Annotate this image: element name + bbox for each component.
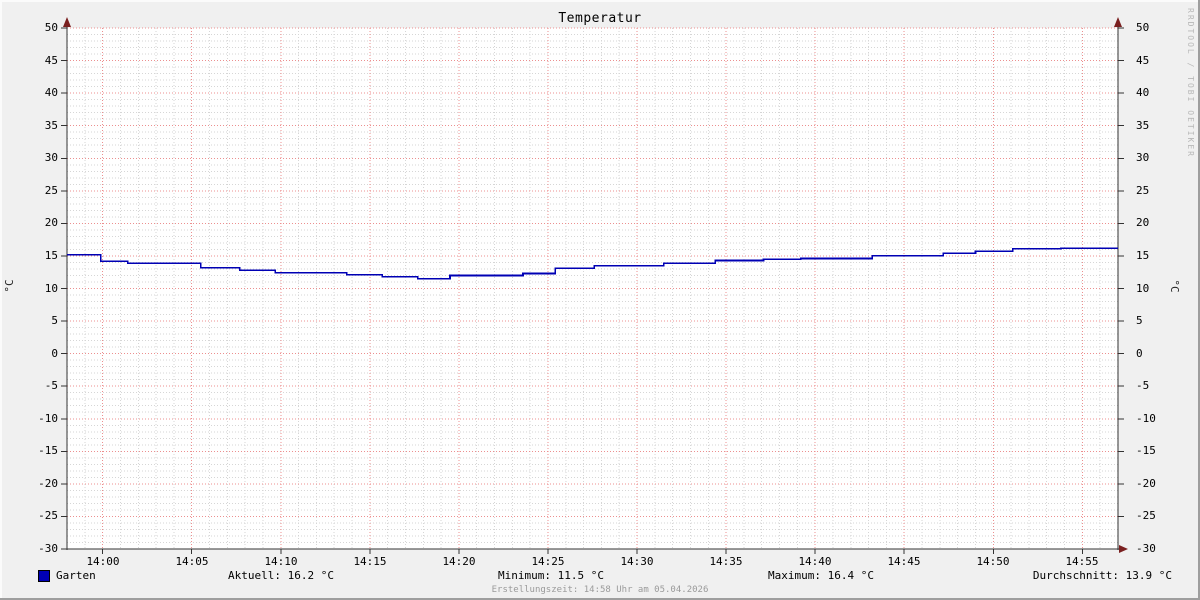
legend-color-swatch <box>38 570 50 582</box>
y-axis-tick-label: 35 <box>1136 119 1150 132</box>
y-axis-tick-label: 40 <box>44 86 58 99</box>
x-axis-tick-label: 14:40 <box>798 555 832 568</box>
y-axis-tick-label: 15 <box>1136 249 1150 262</box>
x-axis-tick-label: 14:00 <box>86 555 120 568</box>
x-axis-tick-label: 14:10 <box>264 555 298 568</box>
y-axis-tick-label: -5 <box>44 379 58 392</box>
x-axis-tick-label: 14:30 <box>620 555 654 568</box>
y-axis-tick-label: 5 <box>51 314 58 327</box>
y-axis-tick-label: 5 <box>1136 314 1143 327</box>
rrdtool-watermark: RRDTOOL / TOBI OETIKER <box>1186 8 1195 158</box>
y-axis-tick-label: -10 <box>1136 412 1156 425</box>
y-axis-tick-label: -10 <box>38 412 58 425</box>
legend-series-label: Garten <box>56 569 96 582</box>
y-axis-tick-label: 20 <box>1136 216 1150 229</box>
x-axis-tick-label: 14:55 <box>1065 555 1099 568</box>
x-axis-tick-label: 14:20 <box>442 555 476 568</box>
y-axis-tick-label: 30 <box>1136 151 1150 164</box>
x-axis-tick-label: 14:05 <box>175 555 209 568</box>
y-axis-tick-label: 25 <box>1136 184 1150 197</box>
stat-maximum: Maximum: 16.4 °C <box>768 569 874 582</box>
stat-durchschnitt: Durchschnitt: 13.9 °C <box>1032 569 1172 582</box>
y-axis-tick-label: -25 <box>1136 509 1156 522</box>
x-axis-tick-label: 14:35 <box>709 555 743 568</box>
chart-title: Temperatur <box>558 11 642 26</box>
y-axis-tick-label: 45 <box>1136 54 1150 67</box>
y-axis-tick-label: 0 <box>51 347 58 360</box>
y-axis-tick-label: 50 <box>1136 21 1150 34</box>
x-axis-tick-label: 14:15 <box>353 555 387 568</box>
creation-timestamp: Erstellungszeit: 14:58 Uhr am 05.04.2026 <box>491 585 709 595</box>
y-axis-tick-label: -5 <box>1136 379 1150 392</box>
chart-plot-area <box>61 17 1128 554</box>
y-axis-tick-label: 0 <box>1136 347 1143 360</box>
y-axis-tick-label: 30 <box>44 151 58 164</box>
y-axis-tick-label: -20 <box>38 477 58 490</box>
x-axis-tick-label: 14:50 <box>976 555 1010 568</box>
x-axis-tick-label: 14:45 <box>887 555 921 568</box>
y-axis-tick-label: -20 <box>1136 477 1156 490</box>
y-axis-tick-label: 10 <box>44 282 58 295</box>
y-axis-tick-label: 40 <box>1136 86 1150 99</box>
y-axis-tick-label: 35 <box>44 119 58 132</box>
y-axis-tick-label: -25 <box>38 509 58 522</box>
y-axis-tick-label: 10 <box>1136 282 1150 295</box>
y-axis-tick-label: 20 <box>44 216 58 229</box>
y-axis-tick-label: -15 <box>1136 444 1156 457</box>
y-axis-tick-label: -30 <box>1136 542 1156 555</box>
y-axis-tick-label: -30 <box>38 542 58 555</box>
y-axis-tick-label: 50 <box>44 21 58 34</box>
stat-minimum: Minimum: 11.5 °C <box>498 569 604 582</box>
y-axis-tick-label: 45 <box>44 54 58 67</box>
x-axis-tick-label: 14:25 <box>531 555 565 568</box>
y-axis-tick-label: -15 <box>38 444 58 457</box>
rrdtool-graph: Temperatur °C °C RRDTOOL / TOBI OETIKER … <box>0 0 1200 600</box>
y-axis-tick-label: 15 <box>44 249 58 262</box>
y-axis-tick-label: 25 <box>44 184 58 197</box>
stat-aktuell: Aktuell: 16.2 °C <box>228 569 334 582</box>
